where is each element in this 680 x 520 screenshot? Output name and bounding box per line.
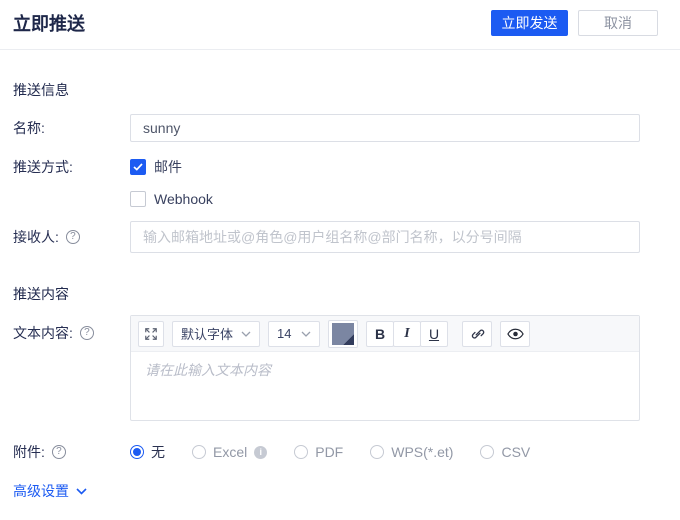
font-size-value: 14 — [277, 326, 292, 341]
preview-button[interactable] — [500, 320, 530, 347]
link-icon — [471, 329, 484, 339]
expand-icon — [145, 327, 157, 340]
push-method-label: 推送方式: — [13, 159, 73, 175]
font-size-select[interactable]: 14 — [268, 320, 320, 347]
page-header: 立即推送 立即发送 取消 — [0, 0, 680, 50]
attachment-row: 附件: ? 无 Excel i PDF WPS(*.et) CSV — [13, 443, 680, 461]
attachment-label-wrap: 附件: ? — [13, 443, 130, 461]
page-title: 立即推送 — [13, 13, 85, 34]
checkbox-option-webhook[interactable]: Webhook — [130, 190, 640, 208]
radio-icon — [480, 445, 495, 459]
bold-icon: B — [374, 325, 386, 342]
radio-option-pdf[interactable]: PDF — [294, 444, 343, 460]
radio-label: Excel — [213, 444, 248, 460]
text-editor: 默认字体 14 B I U 请在此输入文本内容 — [130, 315, 640, 421]
underline-icon: U — [428, 325, 440, 342]
cancel-button[interactable]: 取消 — [578, 9, 658, 36]
format-button-group: B I U — [366, 320, 448, 347]
email-checkbox[interactable] — [130, 159, 146, 175]
radio-label: 无 — [151, 444, 165, 460]
font-family-value: 默认字体 — [181, 327, 234, 342]
font-color-button[interactable] — [328, 319, 358, 348]
radio-label: PDF — [315, 444, 344, 460]
advanced-settings-toggle[interactable]: 高级设置 — [13, 481, 87, 501]
radio-icon — [370, 445, 385, 459]
bold-button[interactable]: B — [366, 320, 394, 347]
name-input[interactable] — [130, 114, 640, 142]
color-swatch-icon — [332, 322, 354, 345]
chevron-down-icon — [241, 331, 251, 337]
attachment-options: 无 Excel i PDF WPS(*.et) CSV — [130, 443, 640, 461]
section-push-content: 推送内容 — [13, 286, 69, 302]
italic-icon: I — [404, 325, 410, 341]
radio-icon — [130, 445, 144, 459]
eye-icon — [506, 328, 524, 339]
radio-label: WPS(*.et) — [391, 444, 454, 460]
name-label: 名称: — [13, 120, 45, 136]
recipients-field-wrap — [130, 221, 640, 253]
webhook-checkbox-label: Webhook — [154, 191, 213, 207]
help-icon[interactable]: ? — [51, 445, 66, 459]
radio-option-none[interactable]: 无 — [130, 442, 165, 462]
chevron-down-icon — [76, 487, 87, 495]
radio-option-excel[interactable]: Excel i — [192, 444, 268, 460]
editor-toolbar: 默认字体 14 B I U — [131, 316, 639, 352]
name-field-wrap — [130, 114, 640, 142]
name-row: 名称: — [13, 114, 680, 142]
email-checkbox-label: 邮件 — [154, 159, 182, 175]
italic-button[interactable]: I — [393, 320, 421, 347]
info-icon[interactable]: i — [254, 445, 268, 459]
radio-option-csv[interactable]: CSV — [480, 444, 530, 460]
underline-button[interactable]: U — [420, 320, 448, 347]
recipients-label-wrap: 接收人: ? — [13, 221, 130, 253]
section-push-info: 推送信息 — [13, 82, 69, 98]
send-now-button[interactable]: 立即发送 — [491, 9, 568, 36]
advanced-settings-label: 高级设置 — [13, 483, 69, 499]
check-icon — [133, 163, 143, 171]
insert-link-button[interactable] — [462, 320, 492, 347]
editor-placeholder: 请在此输入文本内容 — [145, 362, 271, 378]
editor-content-area[interactable]: 请在此输入文本内容 — [131, 352, 639, 420]
checkbox-option-email[interactable]: 邮件 — [130, 158, 640, 176]
recipients-input[interactable] — [130, 221, 640, 253]
help-icon[interactable]: ? — [79, 326, 94, 340]
font-family-select[interactable]: 默认字体 — [172, 320, 260, 347]
text-content-label: 文本内容: — [13, 325, 73, 341]
header-actions: 立即发送 取消 — [491, 9, 658, 36]
radio-icon — [294, 445, 309, 459]
radio-icon — [192, 445, 206, 459]
recipients-row: 接收人: ? — [13, 221, 680, 253]
radio-option-wps[interactable]: WPS(*.et) — [370, 444, 453, 460]
attachment-label: 附件: — [13, 444, 45, 460]
recipients-label: 接收人: — [13, 229, 59, 245]
push-method-options: 邮件 Webhook — [130, 158, 640, 208]
radio-label: CSV — [501, 444, 531, 460]
help-icon[interactable]: ? — [65, 230, 80, 244]
text-content-label-wrap: 文本内容: ? — [13, 315, 130, 421]
webhook-checkbox[interactable] — [130, 191, 146, 207]
push-method-row: 推送方式: 邮件 Webhook — [13, 158, 680, 208]
chevron-down-icon — [301, 331, 311, 337]
text-content-row: 文本内容: ? 默认字体 14 B I U 请在此输入文本内容 — [13, 315, 680, 421]
fullscreen-button[interactable] — [138, 320, 164, 347]
